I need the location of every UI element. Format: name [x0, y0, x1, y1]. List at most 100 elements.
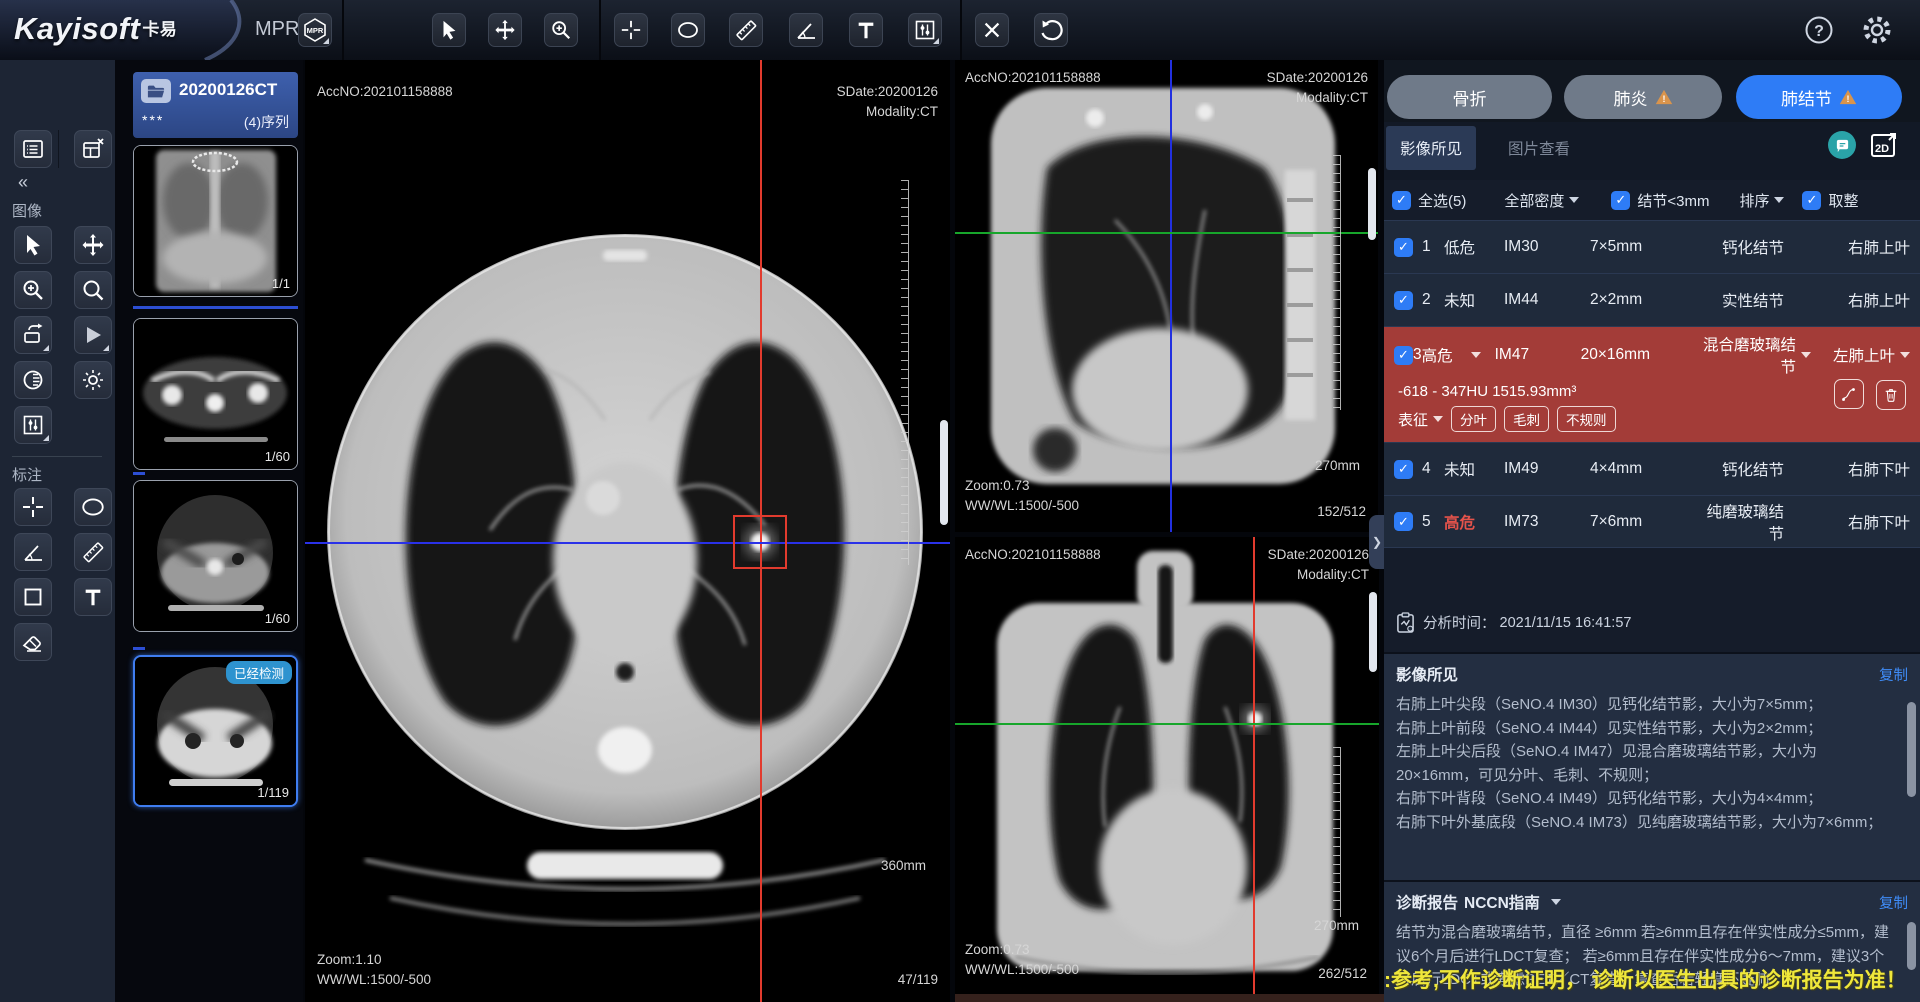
image-number: IM47	[1495, 346, 1581, 364]
row-checkbox[interactable]: ✓	[1394, 346, 1413, 365]
rail-pan-button[interactable]	[74, 226, 112, 264]
rail-brightness-button[interactable]	[74, 361, 112, 399]
tab-lung-nodule[interactable]: 肺结节 !	[1736, 75, 1902, 119]
ruler-tool-button[interactable]	[729, 13, 763, 47]
tab-image-view[interactable]: 图片查看	[1494, 126, 1584, 170]
small-nodule-checkbox[interactable]: ✓	[1611, 191, 1630, 210]
viewport-coronal[interactable]: AccNO:202101158888 SDate:20200126 Modali…	[955, 537, 1379, 994]
delete-nodule-button[interactable]	[1876, 380, 1906, 410]
sort-dropdown[interactable]: 排序	[1739, 190, 1769, 211]
folder-button[interactable]	[141, 79, 171, 103]
toolbar-divider	[342, 0, 344, 60]
series-list-panel-button[interactable]	[14, 130, 52, 168]
report-scrollbar[interactable]	[1907, 922, 1916, 970]
mode-2d-button[interactable]: 2D	[1870, 131, 1898, 159]
settings-button[interactable]	[1860, 13, 1894, 47]
left-toolbar-rail: « 图像	[0, 60, 115, 1002]
risk-level-dropdown[interactable]: 高危	[1422, 344, 1466, 366]
slice-scrollbar[interactable]	[1368, 168, 1376, 240]
select-all-checkbox[interactable]: ✓	[1392, 191, 1411, 210]
findings-scrollbar[interactable]	[1907, 702, 1916, 797]
crosshair-vertical-red[interactable]	[1253, 537, 1255, 994]
crosshair-horizontal-blue[interactable]	[305, 542, 950, 544]
tab-imaging-findings[interactable]: 影像所见	[1386, 126, 1476, 170]
modality: Modality:CT	[866, 102, 938, 122]
nodule-row-2[interactable]: ✓ 2 未知 IM44 2×2mm 实性结节 右肺上叶	[1384, 273, 1920, 326]
rail-rotate-button[interactable]	[14, 316, 52, 354]
rail-text-button[interactable]	[74, 578, 112, 616]
collapse-rail-button[interactable]: «	[18, 172, 28, 193]
ellipse-tool-button[interactable]	[671, 13, 705, 47]
nodule-row-4[interactable]: ✓ 4 未知 IM49 4×4mm 钙化结节 右肺下叶	[1384, 442, 1920, 495]
window-level-tool-button[interactable]	[908, 13, 942, 47]
locate-nodule-button[interactable]	[1834, 379, 1864, 409]
tab-pneumonia[interactable]: 肺炎 !	[1564, 75, 1722, 119]
nodule-type: 纯磨玻璃结节	[1702, 500, 1810, 544]
rail-crosshair-button[interactable]	[14, 488, 52, 526]
zoom-in-tool-button[interactable]	[544, 13, 578, 47]
row-checkbox[interactable]: ✓	[1394, 512, 1413, 531]
thumbnail-xray[interactable]: 1/1	[133, 145, 298, 297]
row-checkbox[interactable]: ✓	[1394, 238, 1413, 257]
tab-fracture[interactable]: 骨折	[1387, 75, 1552, 119]
nodule-location-dropdown[interactable]: 左肺上叶	[1811, 344, 1895, 366]
report-copy-button[interactable]: 复制	[1879, 892, 1908, 913]
guideline-dropdown[interactable]: NCCN指南	[1464, 891, 1540, 913]
pan-tool-button[interactable]	[488, 13, 522, 47]
layout-close-panel-button[interactable]	[74, 130, 112, 168]
viewport-axial[interactable]: AccNO:202101158888 SDate:20200126 Modali…	[305, 60, 950, 1002]
app-logo: Kayisoft卡易	[0, 0, 250, 60]
trait-chip[interactable]: 分叶	[1451, 406, 1496, 432]
study-header[interactable]: 20200126CT *** (4)序列	[133, 72, 298, 138]
thumbnail-slice-label: 1/119	[257, 785, 289, 800]
crosshair-horizontal-green[interactable]	[955, 723, 1379, 725]
trait-chip[interactable]: 不规则	[1557, 406, 1616, 432]
rail-cine-play-button[interactable]	[74, 316, 112, 354]
rail-magnify-button[interactable]	[74, 271, 112, 309]
row-checkbox[interactable]: ✓	[1394, 291, 1413, 310]
trait-dropdown[interactable]: 表征	[1398, 409, 1428, 430]
text-tool-button[interactable]	[849, 13, 883, 47]
mpr-button[interactable]: MPR	[298, 13, 332, 47]
nodule-row-1[interactable]: ✓ 1 低危 IM30 7×5mm 钙化结节 右肺上叶	[1384, 220, 1920, 273]
rail-rectangle-button[interactable]	[14, 578, 52, 616]
nodule-type-dropdown[interactable]: 混合磨玻璃结节	[1693, 333, 1796, 377]
nodule-row-5[interactable]: ✓ 5 高危 IM73 7×6mm 纯磨玻璃结节 右肺下叶	[1384, 495, 1920, 548]
report-chat-button[interactable]	[1828, 131, 1856, 159]
thumbnail-ct-scout[interactable]: 1/60	[133, 480, 298, 632]
rail-pointer-button[interactable]	[14, 226, 52, 264]
ai-findings-panel: 骨折 肺炎 ! 肺结节 ! 影像所见 图片查看	[1384, 60, 1920, 1002]
reset-rotate-button[interactable]	[1034, 13, 1068, 47]
crosshair-vertical-blue[interactable]	[1170, 60, 1172, 532]
row-checkbox[interactable]: ✓	[1394, 460, 1413, 479]
chevron-down-icon	[1569, 197, 1579, 203]
nodule-row-3-selected[interactable]: ✓ 3 高危 IM47 20×16mm 混合磨玻璃结节 左肺上叶 -618 - …	[1384, 326, 1920, 442]
round-checkbox[interactable]: ✓	[1802, 191, 1821, 210]
trait-chip[interactable]: 毛刺	[1504, 406, 1549, 432]
thumbnail-slice-label: 1/1	[272, 276, 290, 291]
thumbnail-ct-lung-selected[interactable]: 已经检测 1/119	[133, 655, 298, 807]
findings-copy-button[interactable]: 复制	[1879, 664, 1908, 685]
help-button[interactable]: ?	[1802, 13, 1836, 47]
crosshair-horizontal-green[interactable]	[955, 232, 1378, 234]
delete-annotation-button[interactable]	[975, 13, 1009, 47]
density-dropdown[interactable]: 全部密度	[1504, 190, 1564, 211]
series-marker	[133, 472, 145, 475]
angle-tool-button[interactable]	[789, 13, 823, 47]
rail-zoom-in-button[interactable]	[14, 271, 52, 309]
rail-eraser-button[interactable]	[14, 623, 52, 661]
rail-ruler-button[interactable]	[74, 533, 112, 571]
slice-scrollbar[interactable]	[1369, 592, 1377, 672]
crosshair-tool-button[interactable]	[614, 13, 648, 47]
thumbnail-slice-label: 1/60	[265, 611, 290, 626]
nodule-roi-box[interactable]	[733, 515, 787, 569]
slice-scrollbar[interactable]	[940, 420, 948, 525]
rail-ellipse-button[interactable]	[74, 488, 112, 526]
rail-window-level-button[interactable]	[14, 406, 52, 444]
pointer-tool-button[interactable]	[432, 13, 466, 47]
rail-contrast-button[interactable]	[14, 361, 52, 399]
rail-angle-button[interactable]	[14, 533, 52, 571]
panel-collapse-handle[interactable]: ❯	[1369, 515, 1385, 569]
thumbnail-ct-mediastinum[interactable]: 1/60	[133, 318, 298, 470]
viewport-sagittal[interactable]: AccNO:202101158888 SDate:20200126 Modali…	[955, 60, 1378, 532]
